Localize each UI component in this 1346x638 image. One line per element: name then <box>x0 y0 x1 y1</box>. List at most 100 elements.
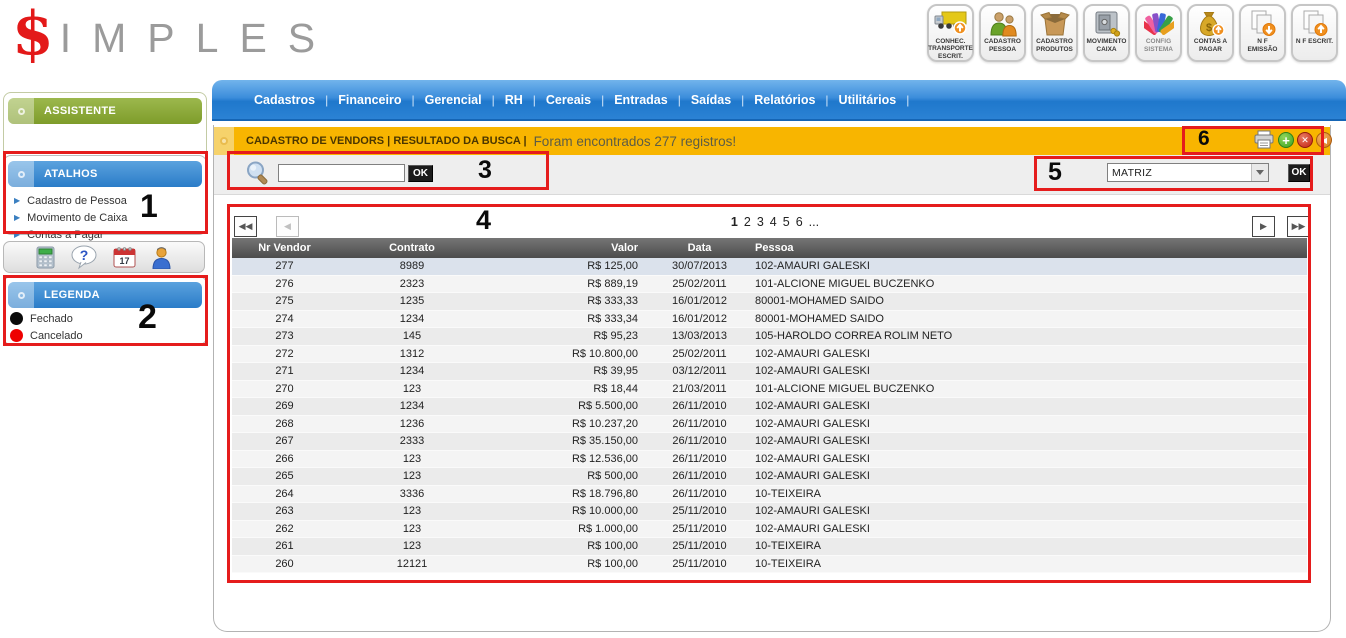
menu-item-gerencial[interactable]: Gerencial <box>425 93 482 107</box>
cell-nr-vendor: 271 <box>232 365 337 377</box>
cell-pessoa: 102-AMAURI GALESKI <box>747 260 1307 272</box>
delete-button[interactable]: ✕ <box>1297 132 1313 148</box>
cell-pessoa: 102-AMAURI GALESKI <box>747 400 1307 412</box>
table-row[interactable]: 2762323R$ 889,1925/02/2011101-ALCIONE MI… <box>232 276 1307 294</box>
cell-pessoa: 102-AMAURI GALESKI <box>747 453 1307 465</box>
quick-button-label: CONFIG SISTEMA <box>1137 38 1180 53</box>
column-header-pessoa[interactable]: Pessoa <box>747 242 1307 254</box>
first-page-button[interactable]: ◀◀ <box>234 216 257 237</box>
cell-pessoa: 102-AMAURI GALESKI <box>747 523 1307 535</box>
table-row[interactable]: 273145R$ 95,2313/03/2013105-HAROLDO CORR… <box>232 328 1307 346</box>
table-row[interactable]: 265123R$ 500,0026/11/2010102-AMAURI GALE… <box>232 468 1307 486</box>
sidebar-item-cadastro-de-pessoa[interactable]: ▶ Cadastro de Pessoa <box>14 192 127 209</box>
quick-button-config-sistema[interactable]: CONFIG SISTEMA <box>1135 4 1182 62</box>
menu-item-rh[interactable]: RH <box>505 93 523 107</box>
menu-separator: | <box>411 93 414 107</box>
quick-button-cadastro-produtos[interactable]: CADASTRO PRODUTOS <box>1031 4 1078 62</box>
page-link-3[interactable]: 3 <box>757 215 764 229</box>
cell-pessoa: 10-TEIXEIRA <box>747 558 1307 570</box>
legenda-header[interactable]: LEGENDA <box>8 282 202 308</box>
page-link-6[interactable]: 6 <box>796 215 803 229</box>
menu-item-relatorios[interactable]: Relatórios <box>754 93 815 107</box>
cell-valor: R$ 5.500,00 <box>487 400 652 412</box>
cell-nr-vendor: 268 <box>232 418 337 430</box>
column-header-valor[interactable]: Valor <box>487 242 652 254</box>
table-row[interactable]: 262123R$ 1.000,0025/11/2010102-AMAURI GA… <box>232 521 1307 539</box>
branch-ok-button[interactable]: OK <box>1288 164 1310 182</box>
page-link-2[interactable]: 2 <box>744 215 751 229</box>
person-icon[interactable] <box>151 246 172 269</box>
cell-valor: R$ 10.800,00 <box>487 348 652 360</box>
table-row[interactable]: 2741234R$ 333,3416/01/201280001-MOHAMED … <box>232 311 1307 329</box>
table-header-row: Nr Vendor Contrato Valor Data Pessoa <box>232 238 1307 258</box>
table-row[interactable]: 263123R$ 10.000,0025/11/2010102-AMAURI G… <box>232 503 1307 521</box>
quick-button-conhec-transporte[interactable]: CONHEC. TRANSPORTE ESCRIT. <box>927 4 974 62</box>
search-ok-button[interactable]: OK <box>408 165 433 182</box>
cell-valor: R$ 333,34 <box>487 313 652 325</box>
menu-separator: | <box>533 93 536 107</box>
previous-page-button[interactable]: ◀ <box>276 216 299 237</box>
column-header-nr-vendor[interactable]: Nr Vendor <box>232 242 337 254</box>
column-header-contrato[interactable]: Contrato <box>337 242 487 254</box>
cell-nr-vendor: 276 <box>232 278 337 290</box>
table-row[interactable]: 266123R$ 12.536,0026/11/2010102-AMAURI G… <box>232 451 1307 469</box>
calendar-icon[interactable]: 17 <box>113 246 136 268</box>
branch-select[interactable]: MATRIZ <box>1107 163 1269 182</box>
table-row[interactable]: 2681236R$ 10.237,2026/11/2010102-AMAURI … <box>232 416 1307 434</box>
column-header-data[interactable]: Data <box>652 242 747 254</box>
menu-item-cereais[interactable]: Cereais <box>546 93 591 107</box>
menu-item-entradas[interactable]: Entradas <box>614 93 668 107</box>
page-link-1[interactable]: 1 <box>731 215 738 229</box>
assistente-header[interactable]: ASSISTENTE <box>8 98 202 124</box>
menu-item-cadastros[interactable]: Cadastros <box>254 93 315 107</box>
atalhos-header[interactable]: ATALHOS <box>8 161 202 187</box>
cell-valor: R$ 889,19 <box>487 278 652 290</box>
sidebar-item-label: Movimento de Caixa <box>27 212 127 224</box>
table-row[interactable]: 261123R$ 100,0025/11/201010-TEIXEIRA <box>232 538 1307 556</box>
cell-data: 16/01/2012 <box>652 313 747 325</box>
table-row[interactable]: 2778989R$ 125,0030/07/2013102-AMAURI GAL… <box>232 258 1307 276</box>
sidebar-item-movimento-de-caixa[interactable]: ▶ Movimento de Caixa <box>14 209 127 226</box>
page-link-4[interactable]: 4 <box>770 215 777 229</box>
cell-nr-vendor: 270 <box>232 383 337 395</box>
safe-icon <box>1093 8 1121 38</box>
table-row[interactable]: 270123R$ 18,4421/03/2011101-ALCIONE MIGU… <box>232 381 1307 399</box>
last-page-button[interactable]: ▶▶ <box>1287 216 1310 237</box>
menu-item-financeiro[interactable]: Financeiro <box>338 93 401 107</box>
add-button[interactable]: + <box>1278 132 1294 148</box>
menu-item-utilitarios[interactable]: Utilitários <box>839 93 897 107</box>
table-row[interactable]: 2721312R$ 10.800,0025/02/2011102-AMAURI … <box>232 346 1307 364</box>
page-link-5[interactable]: 5 <box>783 215 790 229</box>
table-row[interactable]: 2691234R$ 5.500,0026/11/2010102-AMAURI G… <box>232 398 1307 416</box>
search-input[interactable] <box>278 164 405 182</box>
quick-button-movimento-caixa[interactable]: MOVIMENTO CAIXA <box>1083 4 1130 62</box>
back-button[interactable]: ◀ <box>1316 132 1332 148</box>
page-link-[interactable]: ... <box>809 215 819 229</box>
cell-contrato: 123 <box>337 383 487 395</box>
menu-item-saidas[interactable]: Saídas <box>691 93 731 107</box>
table-row[interactable]: 2672333R$ 35.150,0026/11/2010102-AMAURI … <box>232 433 1307 451</box>
print-button[interactable] <box>1254 130 1274 154</box>
svg-text:17: 17 <box>119 256 129 266</box>
cell-pessoa: 102-AMAURI GALESKI <box>747 348 1307 360</box>
status-bar: CADASTRO DE VENDORS | RESULTADO DA BUSCA… <box>214 127 1330 155</box>
help-icon[interactable]: ? <box>70 245 98 270</box>
menu-separator: | <box>678 93 681 107</box>
quick-button-contas-a-pagar[interactable]: $ CONTAS A PAGAR <box>1187 4 1234 62</box>
next-page-button[interactable]: ▶ <box>1252 216 1275 237</box>
table-row[interactable]: 2711234R$ 39,9503/12/2011102-AMAURI GALE… <box>232 363 1307 381</box>
quick-button-cadastro-pessoa[interactable]: CADASTRO PESSOA <box>979 4 1026 62</box>
cell-contrato: 12121 <box>337 558 487 570</box>
menu-separator: | <box>601 93 604 107</box>
cell-valor: R$ 95,23 <box>487 330 652 342</box>
quick-button-nf-emissao[interactable]: N F EMISSÃO <box>1239 4 1286 62</box>
quick-button-nf-escrit[interactable]: N F ESCRIT. <box>1291 4 1338 62</box>
truck-upload-icon <box>933 8 969 38</box>
calculator-icon[interactable] <box>36 246 55 269</box>
cell-valor: R$ 100,00 <box>487 558 652 570</box>
table-row[interactable]: 26012121R$ 100,0025/11/201010-TEIXEIRA <box>232 556 1307 574</box>
table-row[interactable]: 2751235R$ 333,3316/01/201280001-MOHAMED … <box>232 293 1307 311</box>
atalhos-title: ATALHOS <box>44 168 98 180</box>
table-row[interactable]: 2643336R$ 18.796,8026/11/201010-TEIXEIRA <box>232 486 1307 504</box>
cell-contrato: 8989 <box>337 260 487 272</box>
